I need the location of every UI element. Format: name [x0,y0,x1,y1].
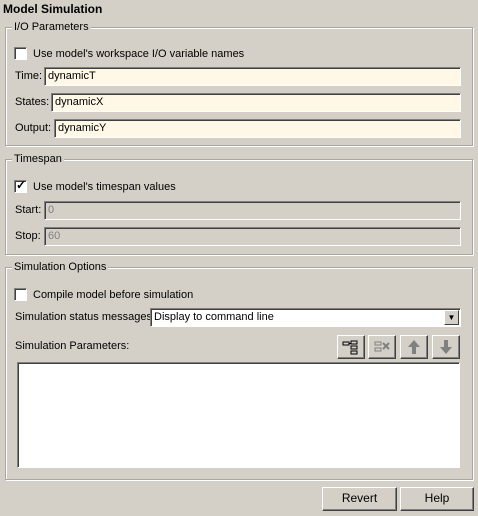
stop-field[interactable]: 60 [44,227,461,246]
use-workspace-names-label: Use model's workspace I/O variable names [33,47,245,60]
checkmark-icon: ✓ [16,178,27,192]
add-parameter-icon [342,340,358,355]
add-parameter-button[interactable] [337,335,365,359]
status-messages-value: Display to command line [154,311,274,323]
help-button[interactable]: Help [400,487,474,511]
delete-parameter-button[interactable] [368,335,396,359]
timespan-label: Timespan [12,153,64,166]
use-workspace-names-checkbox[interactable] [14,47,27,60]
panel-title: Model Simulation [3,2,103,16]
status-messages-label: Simulation status messages: [15,311,156,323]
start-field[interactable]: 0 [44,201,461,220]
use-timespan-checkbox[interactable]: ✓ [14,178,27,193]
use-timespan-checkbox-row[interactable]: ✓ Use model's timespan values [14,178,176,193]
move-up-icon [408,340,420,354]
simulation-options-label: Simulation Options [12,261,109,274]
stop-label: Stop: [15,230,41,242]
simulation-parameters-list[interactable] [17,362,460,468]
use-timespan-label: Use model's timespan values [33,180,176,193]
move-up-button[interactable] [400,335,428,359]
output-label: Output: [15,122,52,134]
chevron-down-icon[interactable]: ▼ [444,310,459,325]
compile-model-checkbox-row[interactable]: Compile model before simulation [14,288,193,301]
revert-button[interactable]: Revert [322,487,397,511]
move-down-button[interactable] [432,335,460,359]
move-down-icon [440,340,452,354]
start-label: Start: [15,204,42,216]
states-field[interactable]: dynamicX [51,93,461,112]
simulation-parameters-label: Simulation Parameters: [15,340,130,352]
time-label: Time: [15,70,43,82]
time-field[interactable]: dynamicT [44,67,461,86]
compile-model-label: Compile model before simulation [33,288,194,301]
use-workspace-names-checkbox-row[interactable]: Use model's workspace I/O variable names [14,47,244,60]
io-parameters-label: I/O Parameters [12,21,91,34]
states-label: States: [15,96,50,108]
output-field[interactable]: dynamicY [54,119,461,138]
compile-model-checkbox[interactable] [14,288,27,301]
status-messages-dropdown[interactable]: Display to command line ▼ [150,308,461,327]
delete-parameter-icon [374,341,390,352]
